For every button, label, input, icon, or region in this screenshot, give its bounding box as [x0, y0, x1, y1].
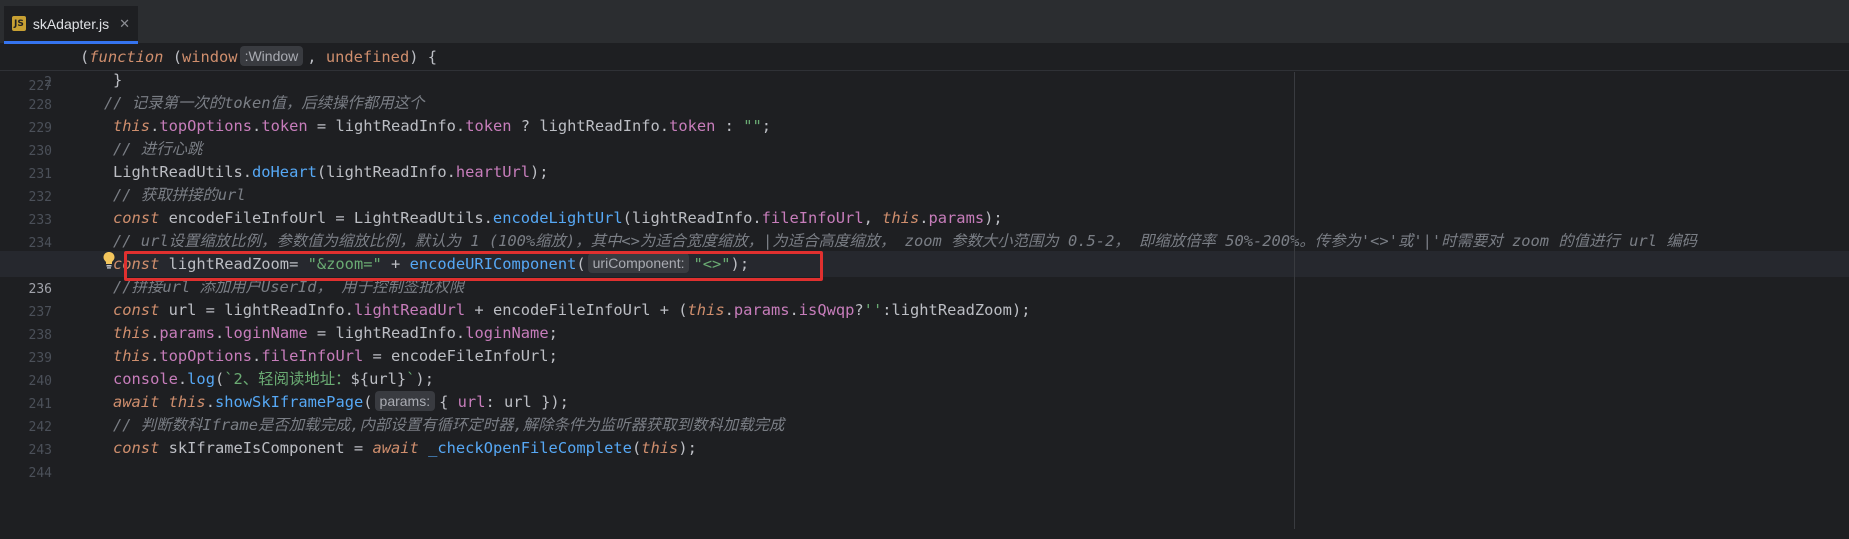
close-icon[interactable]: ✕	[119, 16, 130, 32]
type-hint: :Window	[239, 46, 304, 66]
parameter-hint: params:	[374, 391, 436, 411]
highlight-box	[124, 251, 823, 281]
js-file-icon: JS	[12, 16, 26, 31]
tab-file-name: skAdapter.js	[32, 15, 110, 32]
editor-tab-bar: JS skAdapter.js ✕	[0, 0, 1849, 44]
editor-tab-skadapter[interactable]: JS skAdapter.js ✕	[4, 6, 138, 44]
code-line: 244 const skIframeIsComponent = await _c…	[28, 439, 697, 481]
lightbulb-icon[interactable]	[102, 251, 116, 269]
right-margin-guide	[1294, 72, 1295, 529]
code-editor[interactable]: 227 return; 2 (function (window:Window, …	[0, 44, 1849, 529]
